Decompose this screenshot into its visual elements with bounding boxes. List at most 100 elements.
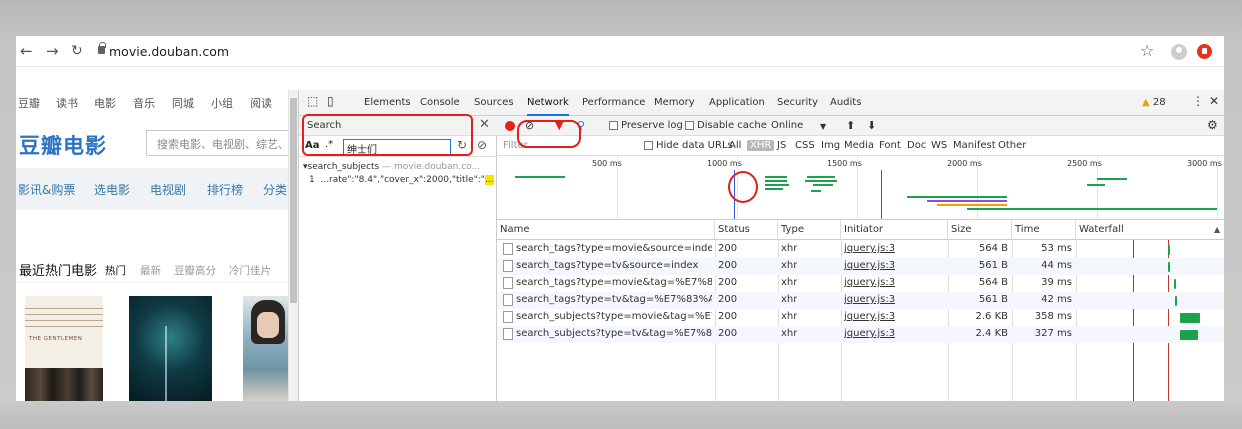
request-status: 200	[718, 294, 738, 305]
top-nav-item[interactable]: 小组	[211, 95, 233, 111]
filter-type-doc[interactable]: Doc	[907, 140, 926, 151]
col-type[interactable]: Type	[778, 220, 841, 240]
request-name[interactable]: search_tags?type=movie&source=index	[516, 243, 712, 254]
close-devtools-icon[interactable]: ✕	[1209, 94, 1219, 108]
tab-elements[interactable]: Elements	[364, 97, 411, 108]
hide-data-urls-checkbox[interactable]	[644, 141, 653, 150]
request-initiator[interactable]: jquery.js:3	[844, 328, 895, 339]
tab-sources[interactable]: Sources	[474, 97, 514, 108]
star-icon[interactable]: ☆	[1140, 41, 1154, 60]
sub-nav-item[interactable]: 选电影	[94, 181, 130, 198]
request-initiator[interactable]: jquery.js:3	[844, 294, 895, 305]
tab-memory[interactable]: Memory	[654, 97, 695, 108]
request-size: 561 B	[978, 260, 1008, 271]
sort-ascending-icon[interactable]: ▲	[1214, 225, 1220, 234]
tab-performance[interactable]: Performance	[582, 97, 645, 108]
top-nav-item[interactable]: 阅读	[250, 95, 272, 111]
search-result-file[interactable]: ▾search_subjects — movie.douban.co...	[303, 162, 480, 172]
tab-security[interactable]: Security	[777, 97, 818, 108]
section-tab[interactable]: 最新	[140, 263, 161, 278]
tab-network[interactable]: Network	[527, 97, 569, 116]
request-type: xhr	[781, 311, 798, 322]
filter-type-manifest[interactable]: Manifest	[953, 140, 996, 151]
filter-type-other[interactable]: Other	[998, 140, 1026, 151]
more-options-icon[interactable]: ⋮	[1192, 94, 1204, 108]
gear-icon[interactable]: ⚙	[1207, 118, 1218, 132]
top-nav-item[interactable]: 同城	[172, 95, 194, 111]
tab-console[interactable]: Console	[420, 97, 460, 108]
section-tab[interactable]: 豆瓣高分	[174, 263, 216, 278]
tab-application[interactable]: Application	[709, 97, 765, 108]
table-row[interactable]: search_subjects?type=movie&tag=%E7%8... …	[497, 309, 1224, 326]
close-search-icon[interactable]: ✕	[479, 117, 490, 132]
extension-icon[interactable]	[1197, 44, 1212, 59]
col-name[interactable]: Name	[497, 220, 715, 240]
table-row[interactable]: search_tags?type=movie&source=index 200 …	[497, 241, 1224, 258]
request-name[interactable]: search_subjects?type=movie&tag=%E7%8...	[516, 311, 712, 322]
inspect-icon[interactable]: ⬚	[307, 94, 318, 108]
filter-type-xhr[interactable]: XHR	[747, 140, 775, 151]
waterfall-bar	[1180, 313, 1200, 323]
url-text[interactable]: movie.douban.com	[109, 44, 229, 59]
table-row[interactable]: search_subjects?type=tv&tag=%E7%83%A... …	[497, 326, 1224, 343]
back-icon[interactable]: ←	[20, 42, 33, 60]
table-row[interactable]: search_tags?type=tv&tag=%E7%83%AD%E... 2…	[497, 292, 1224, 309]
filter-type-ws[interactable]: WS	[931, 140, 947, 151]
douban-movie-logo[interactable]: 豆瓣电影	[19, 130, 107, 160]
tab-audits[interactable]: Audits	[830, 97, 861, 108]
filter-type-font[interactable]: Font	[879, 140, 901, 151]
filter-type-css[interactable]: CSS	[795, 140, 815, 151]
sub-nav-item[interactable]: 排行榜	[207, 181, 243, 198]
chevron-down-icon[interactable]: ▼	[820, 122, 826, 131]
filter-type-js[interactable]: JS	[777, 140, 786, 151]
col-size[interactable]: Size	[948, 220, 1012, 240]
sub-nav-item[interactable]: 影讯&购票	[18, 181, 75, 198]
clear-search-icon[interactable]: ⊘	[477, 138, 487, 152]
col-initiator[interactable]: Initiator	[841, 220, 948, 240]
table-row[interactable]: search_tags?type=tv&source=index 200 xhr…	[497, 258, 1224, 275]
col-time[interactable]: Time	[1012, 220, 1076, 240]
filter-type-all[interactable]: All	[729, 140, 741, 151]
section-tab[interactable]: 冷门佳片	[229, 263, 271, 278]
record-icon[interactable]	[505, 121, 515, 131]
sub-nav-item[interactable]: 电视剧	[150, 181, 186, 198]
section-tab[interactable]: 热门	[105, 263, 126, 278]
browser-window: ← → ↻ movie.douban.com ☆ 豆瓣 读书 电影 音乐 同城 …	[16, 36, 1224, 401]
network-overview[interactable]: 500 ms 1000 ms 1500 ms 2000 ms 2500 ms 3…	[497, 156, 1224, 220]
hide-data-urls-label: Hide data URLs	[656, 140, 733, 151]
movie-poster[interactable]	[129, 296, 212, 401]
top-nav-item[interactable]: 读书	[56, 95, 78, 111]
request-name[interactable]: search_tags?type=tv&source=index	[516, 260, 712, 271]
top-nav-item[interactable]: 音乐	[133, 95, 155, 111]
col-status[interactable]: Status	[715, 220, 778, 240]
request-initiator[interactable]: jquery.js:3	[844, 260, 895, 271]
forward-icon[interactable]: →	[46, 42, 59, 60]
col-waterfall[interactable]: Waterfall	[1076, 220, 1224, 240]
request-name[interactable]: search_subjects?type=tv&tag=%E7%83%A...	[516, 328, 712, 339]
device-toolbar-icon[interactable]: ▯	[327, 94, 334, 108]
request-initiator[interactable]: jquery.js:3	[844, 311, 895, 322]
throttle-select[interactable]: Online	[771, 120, 803, 131]
top-nav-item[interactable]: 豆瓣	[18, 95, 40, 111]
request-name[interactable]: search_tags?type=tv&tag=%E7%83%AD%E...	[516, 294, 712, 305]
export-har-icon[interactable]: ⬇	[867, 119, 876, 132]
request-type: xhr	[781, 294, 798, 305]
warning-counter[interactable]: ▲ 28	[1142, 97, 1166, 108]
request-initiator[interactable]: jquery.js:3	[844, 243, 895, 254]
search-result-line[interactable]: 1 ...rate":"8.4","cover_x":2000,"title":…	[309, 175, 494, 185]
filter-type-media[interactable]: Media	[844, 140, 874, 151]
import-har-icon[interactable]: ⬆	[846, 119, 855, 132]
table-row[interactable]: search_tags?type=movie&tag=%E7%83%A... 2…	[497, 275, 1224, 292]
reload-icon[interactable]: ↻	[71, 43, 83, 59]
preserve-log-checkbox[interactable]	[609, 121, 618, 130]
request-initiator[interactable]: jquery.js:3	[844, 277, 895, 288]
movie-poster[interactable]: THE GENTLEMEN	[25, 296, 103, 401]
sub-nav-item[interactable]: 分类	[263, 181, 287, 198]
top-nav-item[interactable]: 电影	[94, 95, 116, 111]
profile-avatar[interactable]	[1171, 44, 1187, 60]
douban-search-input[interactable]: 搜索电影、电视剧、综艺、影人	[146, 130, 298, 156]
request-name[interactable]: search_tags?type=movie&tag=%E7%83%A...	[516, 277, 712, 288]
filter-type-img[interactable]: Img	[821, 140, 840, 151]
disable-cache-checkbox[interactable]	[685, 121, 694, 130]
page-scroll-thumb[interactable]	[290, 98, 297, 303]
